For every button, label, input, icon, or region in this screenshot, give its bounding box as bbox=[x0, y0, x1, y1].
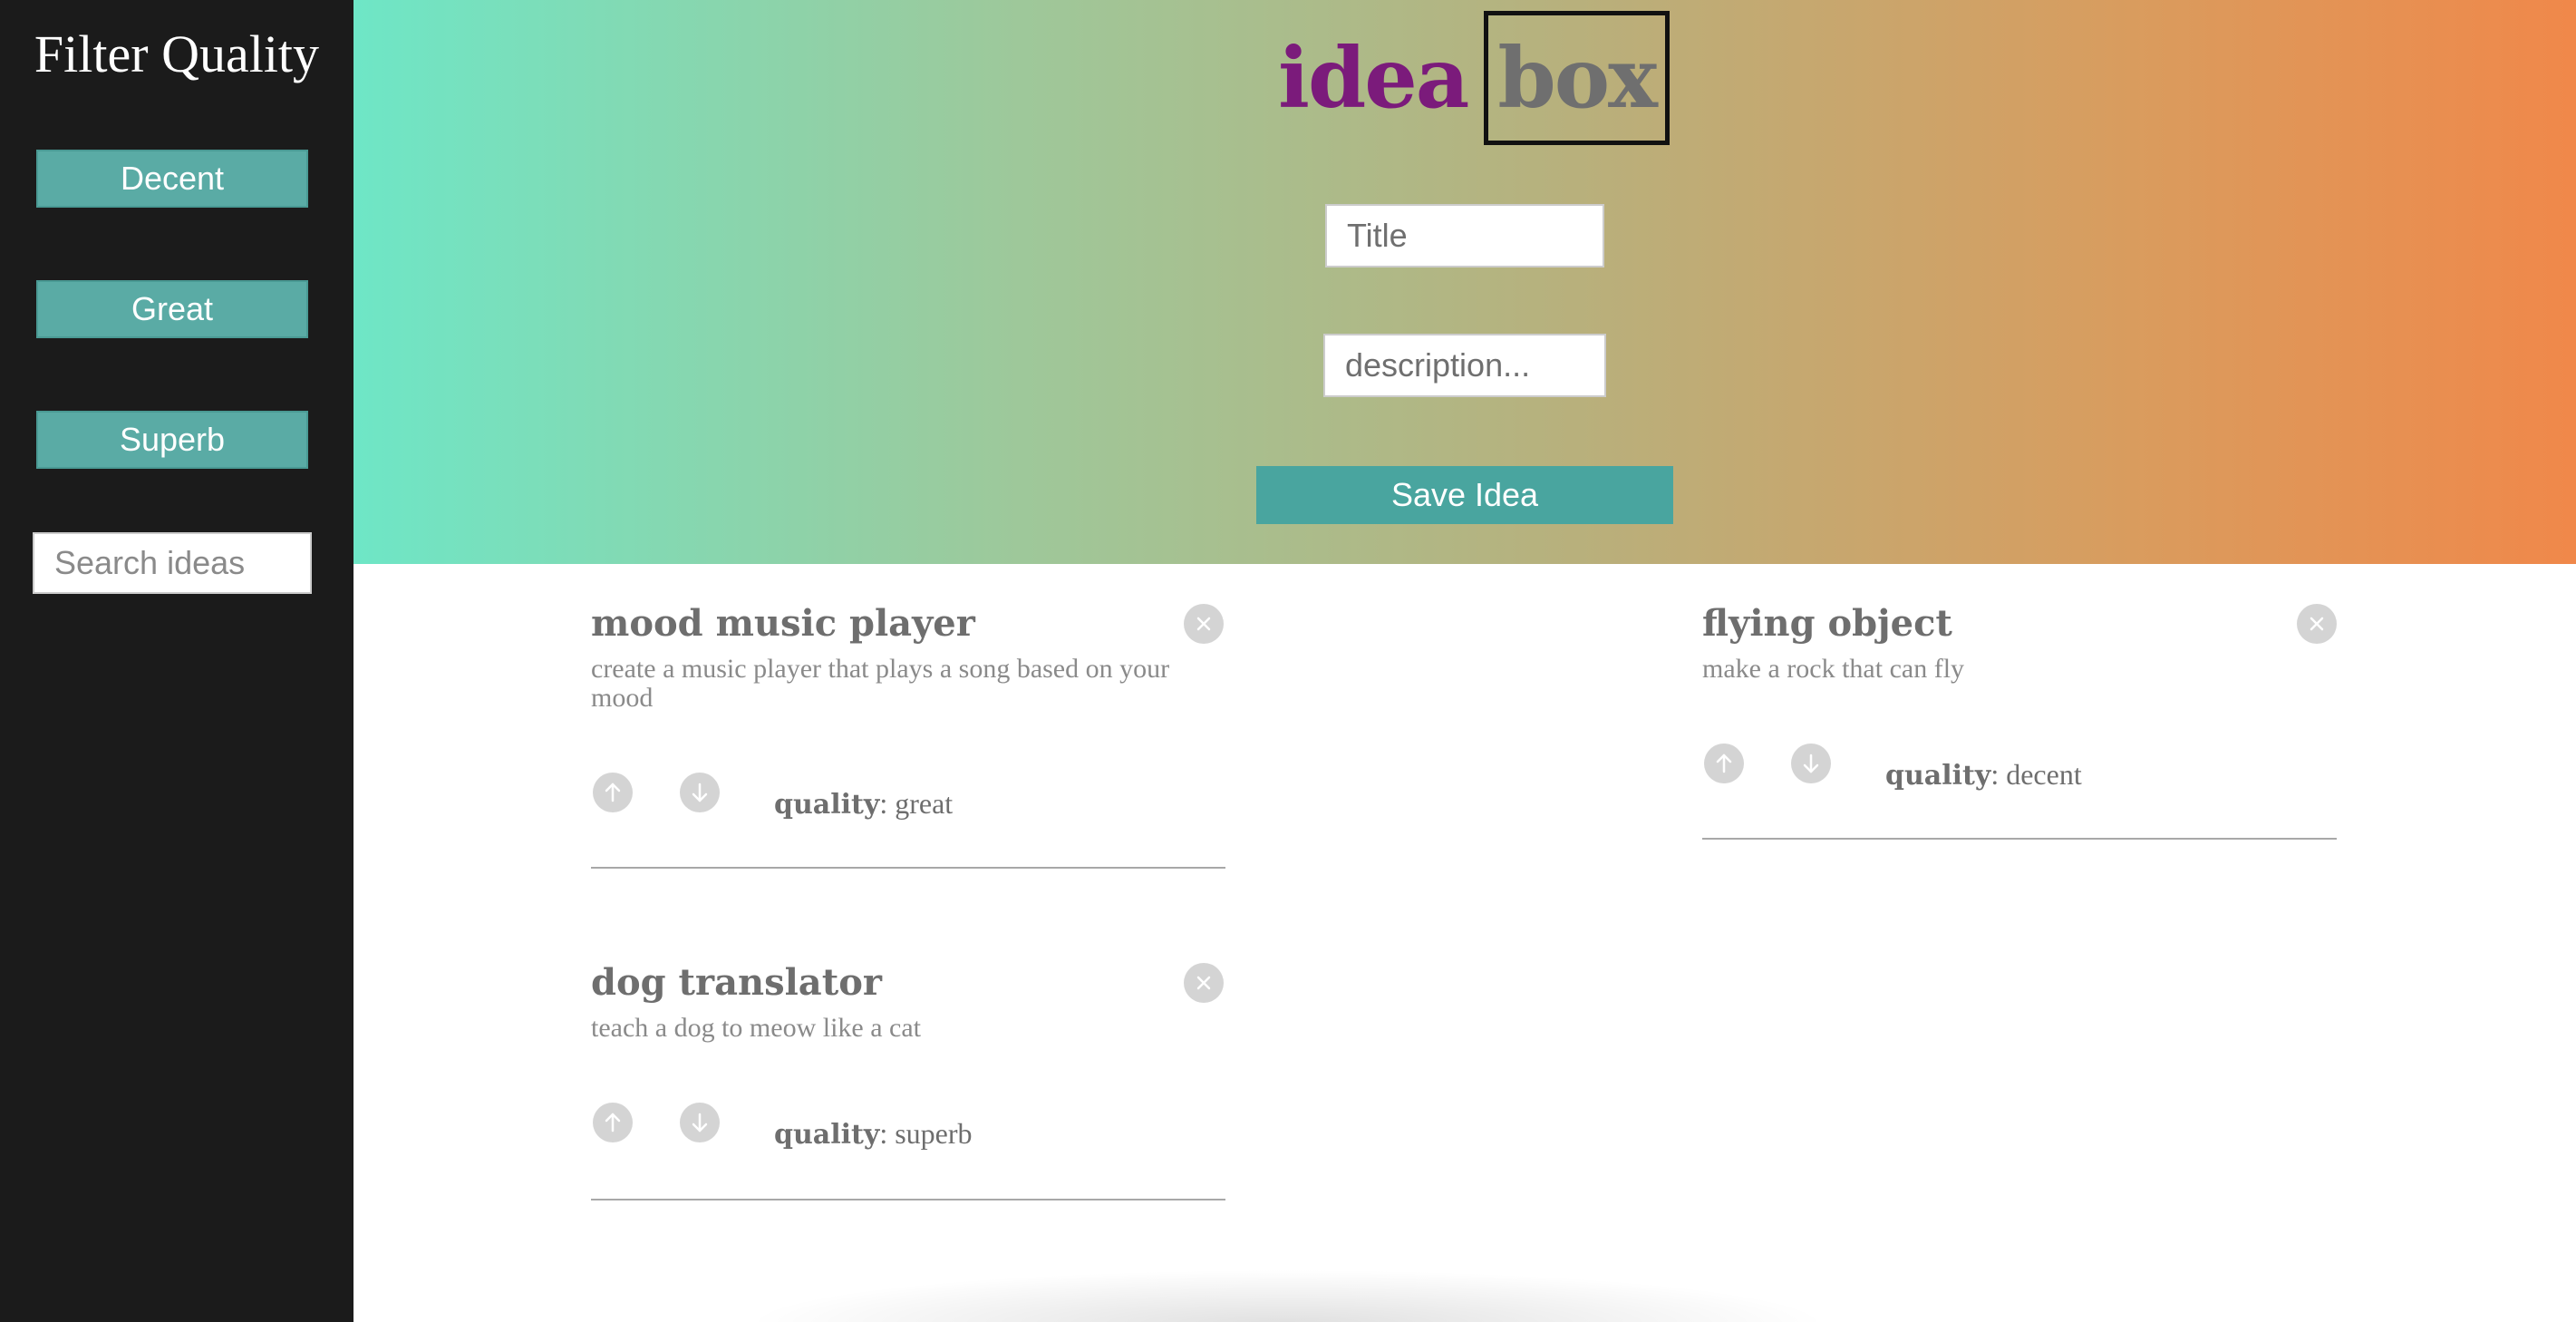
title-input[interactable] bbox=[1325, 204, 1604, 267]
downvote-button[interactable] bbox=[680, 1103, 720, 1142]
card-divider bbox=[1702, 838, 2337, 840]
delete-idea-button[interactable] bbox=[2297, 604, 2337, 644]
close-icon bbox=[2310, 617, 2324, 631]
filter-superb-button[interactable]: Superb bbox=[36, 411, 308, 469]
quality-value: decent bbox=[2006, 758, 2082, 791]
idea-quality: quality: great bbox=[774, 787, 954, 821]
arrow-down-icon bbox=[692, 783, 708, 802]
idea-card: mood music player create a music player … bbox=[591, 602, 1225, 874]
quality-label: quality bbox=[774, 1119, 880, 1151]
logo-box: box bbox=[1484, 11, 1670, 145]
quality-label: quality bbox=[1885, 760, 1991, 792]
idea-description: teach a dog to meow like a cat bbox=[591, 1013, 922, 1043]
downvote-button[interactable] bbox=[680, 773, 720, 812]
sidebar: Filter Quality Decent Great Superb bbox=[0, 0, 353, 1322]
idea-description: make a rock that can fly bbox=[1702, 654, 1965, 684]
quality-value: superb bbox=[895, 1117, 973, 1150]
logo: idea box bbox=[1278, 9, 1670, 147]
idea-title: mood music player bbox=[591, 602, 975, 645]
quality-label: quality bbox=[774, 789, 880, 821]
idea-card: dog translator teach a dog to meow like … bbox=[591, 961, 1225, 1206]
arrow-up-icon bbox=[1716, 753, 1732, 773]
close-icon bbox=[1196, 617, 1211, 631]
idea-quality: quality: decent bbox=[1885, 758, 2082, 792]
arrow-up-icon bbox=[605, 1113, 621, 1132]
arrow-down-icon bbox=[1803, 753, 1819, 773]
idea-quality: quality: superb bbox=[774, 1117, 973, 1151]
arrow-down-icon bbox=[692, 1113, 708, 1132]
filter-decent-button[interactable]: Decent bbox=[36, 150, 308, 208]
save-idea-button[interactable]: Save Idea bbox=[1256, 466, 1673, 524]
delete-idea-button[interactable] bbox=[1184, 963, 1224, 1003]
bottom-shadow bbox=[743, 1269, 1831, 1322]
upvote-button[interactable] bbox=[1704, 744, 1744, 783]
close-icon bbox=[1196, 976, 1211, 990]
upvote-button[interactable] bbox=[593, 773, 633, 812]
sidebar-title: Filter Quality bbox=[34, 24, 320, 83]
idea-title: flying object bbox=[1702, 602, 1952, 645]
arrow-up-icon bbox=[605, 783, 621, 802]
search-input[interactable] bbox=[33, 532, 312, 594]
downvote-button[interactable] bbox=[1791, 744, 1831, 783]
delete-idea-button[interactable] bbox=[1184, 604, 1224, 644]
description-input[interactable] bbox=[1323, 334, 1606, 397]
filter-great-button[interactable]: Great bbox=[36, 280, 308, 338]
header: idea box Save Idea bbox=[353, 0, 2576, 564]
quality-value: great bbox=[895, 787, 954, 820]
idea-title: dog translator bbox=[591, 961, 882, 1004]
idea-card: flying object make a rock that can fly q… bbox=[1702, 602, 2337, 847]
idea-description: create a music player that plays a song … bbox=[591, 654, 1170, 713]
logo-idea: idea bbox=[1278, 29, 1469, 127]
card-divider bbox=[591, 867, 1225, 869]
card-divider bbox=[591, 1199, 1225, 1200]
upvote-button[interactable] bbox=[593, 1103, 633, 1142]
